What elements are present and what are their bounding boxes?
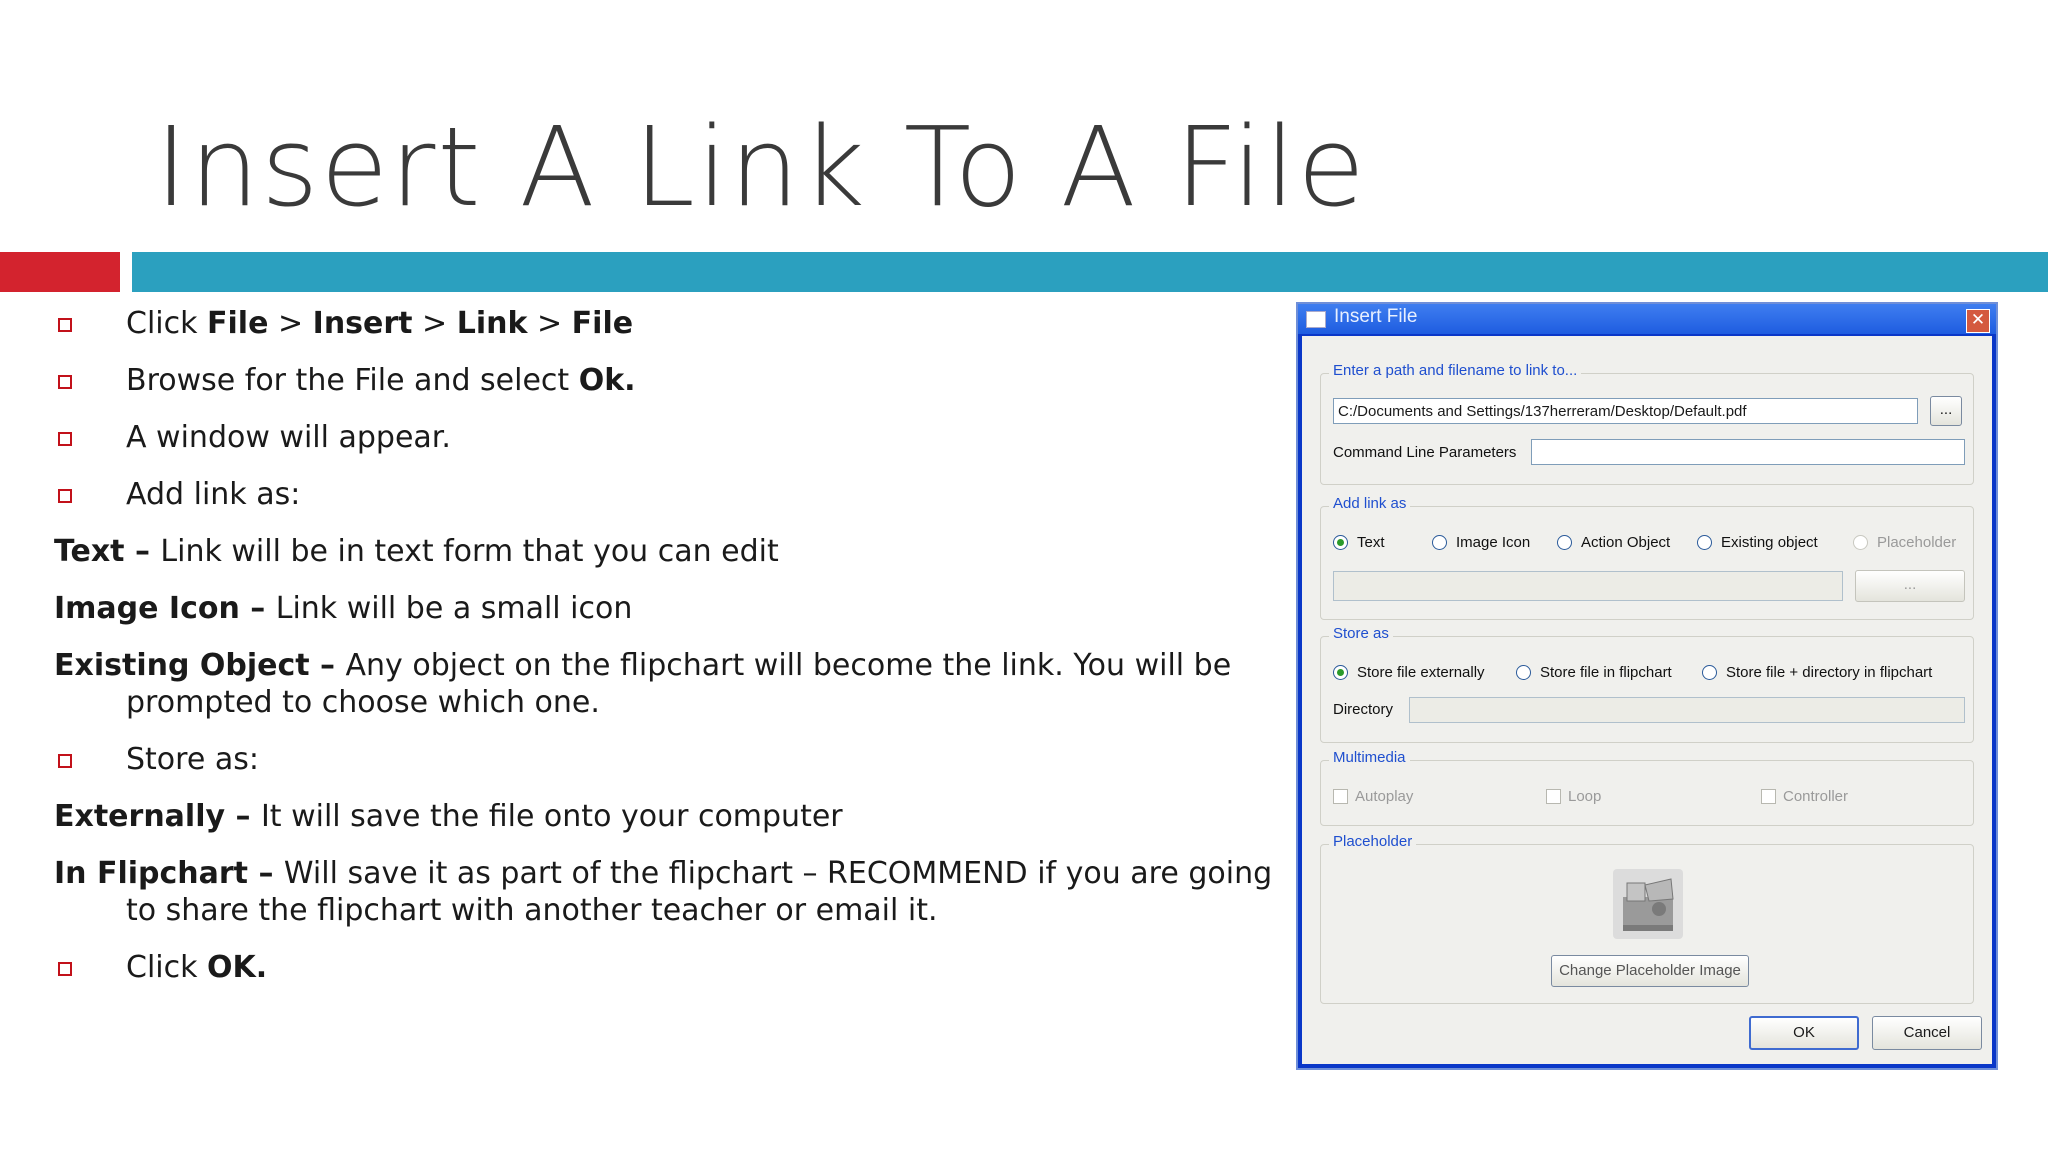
list-item: Image Icon – Link will be a small icon (54, 591, 633, 626)
insert-file-dialog: Insert File ✕ Enter a path and filename … (1296, 302, 1998, 1070)
ok-button[interactable]: OK (1749, 1016, 1859, 1050)
path-group: Enter a path and filename to link to... … (1320, 362, 1974, 485)
list-item: Click File > Insert > Link > File (54, 305, 1284, 342)
radio-store-in-flipchart-label: Store file in flipchart (1540, 664, 1672, 681)
link-target-input[interactable] (1333, 571, 1843, 601)
placeholder-image-icon (1613, 869, 1683, 939)
store-as-legend: Store as (1329, 625, 1393, 642)
multimedia-legend: Multimedia (1329, 749, 1410, 766)
bullet-square-icon (58, 432, 72, 446)
checkbox-autoplay[interactable] (1333, 789, 1348, 804)
list-item: Store as: (54, 741, 1284, 778)
checkbox-loop[interactable] (1546, 789, 1561, 804)
list-item: Add link as: (54, 476, 1284, 513)
bullet-square-icon (58, 489, 72, 503)
radio-placeholder[interactable] (1853, 535, 1868, 550)
list-item: Existing Object – Any object on the flip… (54, 648, 1232, 720)
radio-text-label: Text (1357, 534, 1385, 551)
radio-store-in-flipchart[interactable] (1516, 665, 1531, 680)
controller-label: Controller (1783, 788, 1849, 805)
autoplay-label: Autoplay (1355, 788, 1414, 805)
accent-bar-red (0, 252, 120, 292)
window-icon (1306, 311, 1326, 328)
list-item: Externally – It will save the file onto … (54, 799, 843, 834)
close-icon[interactable]: ✕ (1966, 309, 1990, 333)
path-legend: Enter a path and filename to link to... (1329, 362, 1582, 379)
add-link-as-legend: Add link as (1329, 495, 1411, 512)
radio-image-icon[interactable] (1432, 535, 1447, 550)
bullet-square-icon (58, 375, 72, 389)
cmd-line-input[interactable] (1531, 439, 1965, 465)
radio-store-externally[interactable] (1333, 665, 1348, 680)
browse-button[interactable]: ... (1930, 396, 1962, 426)
loop-label: Loop (1568, 788, 1602, 805)
instruction-list: Click File > Insert > Link > File Browse… (54, 305, 1284, 1006)
bullet-square-icon (58, 962, 72, 976)
radio-store-externally-label: Store file externally (1357, 664, 1485, 681)
radio-store-with-directory[interactable] (1702, 665, 1717, 680)
directory-label: Directory (1333, 701, 1394, 718)
list-item: In Flipchart – Will save it as part of t… (54, 856, 1273, 928)
list-item: Click OK. (54, 949, 1284, 986)
dialog-titlebar[interactable]: Insert File ✕ (1298, 304, 1996, 334)
radio-store-with-directory-label: Store file + directory in flipchart (1726, 664, 1933, 681)
store-as-group: Store as Store file externally Store fil… (1320, 625, 1974, 743)
list-item: Text – Link will be in text form that yo… (54, 534, 779, 569)
radio-placeholder-label: Placeholder (1877, 534, 1957, 551)
change-placeholder-button[interactable]: Change Placeholder Image (1551, 955, 1749, 987)
add-link-as-group: Add link as Text Image Icon Action Objec… (1320, 495, 1974, 620)
directory-input[interactable] (1409, 697, 1965, 723)
placeholder-group: Placeholder Change Placeholder Image (1320, 833, 1974, 1004)
radio-existing-object-label: Existing object (1721, 534, 1818, 551)
checkbox-controller[interactable] (1761, 789, 1776, 804)
path-input[interactable]: C:/Documents and Settings/137herreram/De… (1333, 398, 1918, 424)
bullet-square-icon (58, 754, 72, 768)
bullet-square-icon (58, 318, 72, 332)
multimedia-group: Multimedia Autoplay Loop Controller (1320, 749, 1974, 826)
radio-action-object[interactable] (1557, 535, 1572, 550)
radio-text[interactable] (1333, 535, 1348, 550)
cmd-line-label: Command Line Parameters (1333, 444, 1517, 461)
radio-image-icon-label: Image Icon (1456, 534, 1531, 551)
dialog-title: Insert File (1334, 306, 1418, 327)
slide-title: Insert A Link To A File (155, 103, 1367, 231)
dialog-body: Enter a path and filename to link to... … (1302, 336, 1992, 1064)
accent-bar-blue (132, 252, 2048, 292)
radio-existing-object[interactable] (1697, 535, 1712, 550)
cancel-button[interactable]: Cancel (1872, 1016, 1982, 1050)
link-target-browse-button[interactable]: ... (1855, 570, 1965, 602)
radio-action-object-label: Action Object (1581, 534, 1671, 551)
list-item: A window will appear. (54, 419, 1284, 456)
placeholder-legend: Placeholder (1329, 833, 1417, 850)
list-item: Browse for the File and select Ok. (54, 362, 1284, 399)
